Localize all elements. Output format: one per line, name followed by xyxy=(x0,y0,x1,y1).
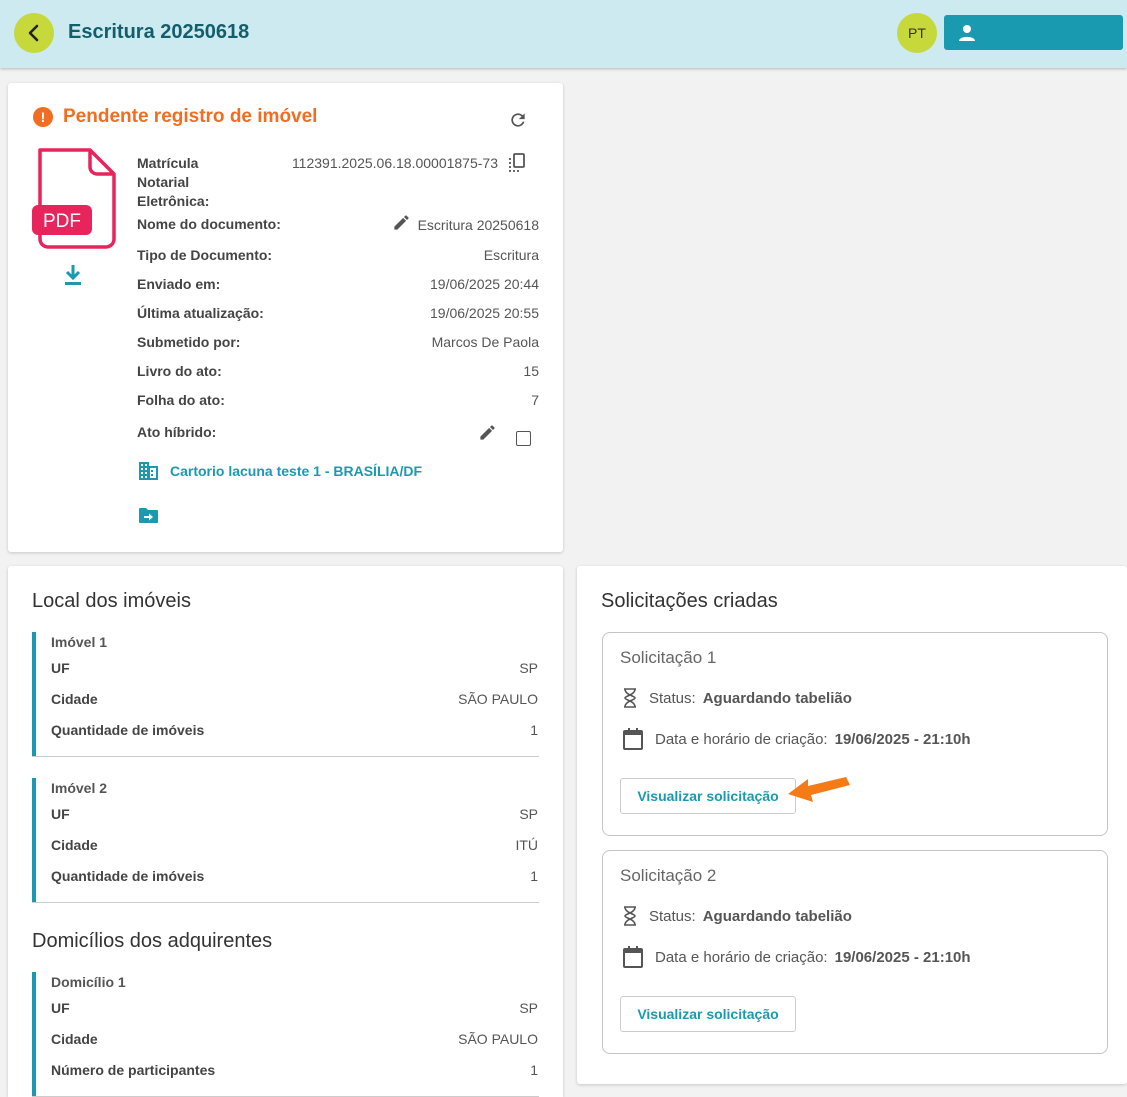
view-request-button[interactable]: Visualizar solicitação xyxy=(620,996,796,1032)
domicile-item: Domicílio 1 UF SP Cidade SÃO PAULO Númer… xyxy=(32,972,543,1097)
date-value: 19/06/2025 - 21:10h xyxy=(834,948,971,966)
building-icon xyxy=(139,462,158,480)
status-row: ! Pendente registro de imóvel xyxy=(33,106,317,128)
avatar[interactable]: PT xyxy=(897,13,937,53)
field-label-document-type: Tipo de Documento: xyxy=(137,247,273,263)
uf-value: SP xyxy=(519,806,538,822)
request-date-row: Data e horário de criação: 19/06/2025 - … xyxy=(623,728,971,750)
field-value-book: 15 xyxy=(523,363,539,379)
pdf-file-icon[interactable]: PDF xyxy=(32,147,116,251)
calendar-icon xyxy=(623,728,643,750)
participants-label: Número de participantes xyxy=(51,1062,216,1078)
hourglass-icon xyxy=(624,688,636,708)
count-value: 1 xyxy=(530,722,538,738)
count-label: Quantidade de imóveis xyxy=(51,868,205,884)
calendar-icon xyxy=(623,946,643,968)
status-label: Status: xyxy=(649,689,696,707)
city-value: SÃO PAULO xyxy=(458,691,538,707)
document-status: Pendente registro de imóvel xyxy=(63,106,318,127)
location-item: Imóvel 1 UF SP Cidade SÃO PAULO Quantida… xyxy=(32,632,543,756)
status-label: Status: xyxy=(649,907,696,925)
field-value-sheet: 7 xyxy=(531,392,539,408)
refresh-icon[interactable] xyxy=(508,110,528,130)
field-label-book: Livro do ato: xyxy=(137,363,222,379)
hybrid-checkbox[interactable] xyxy=(516,431,531,446)
request-status-row: Status: Aguardando tabelião xyxy=(623,688,852,708)
status-value: Aguardando tabelião xyxy=(702,907,852,925)
document-card: ! Pendente registro de imóvel PDF Matríc… xyxy=(8,83,563,552)
domicile-item-title: Domicílio 1 xyxy=(51,974,126,990)
request-card: Solicitação 2 Status: Aguardando tabeliã… xyxy=(602,850,1108,1054)
city-label: Cidade xyxy=(51,691,98,707)
count-label: Quantidade de imóveis xyxy=(51,722,205,738)
field-label-document-name: Nome do documento: xyxy=(137,216,281,232)
participants-value: 1 xyxy=(530,1062,538,1078)
field-label-last-update: Última atualização: xyxy=(137,305,264,321)
pdf-label: PDF xyxy=(43,211,81,232)
field-value-sent-at: 19/06/2025 20:44 xyxy=(430,276,539,292)
user-button[interactable] xyxy=(944,15,1123,50)
page-title: Escritura 20250618 xyxy=(68,21,250,43)
request-title: Solicitação 2 xyxy=(620,866,717,885)
location-item-title: Imóvel 2 xyxy=(51,780,108,796)
date-label: Data e horário de criação: xyxy=(655,730,828,748)
field-value-submitted-by: Marcos De Paola xyxy=(431,334,539,350)
uf-label: UF xyxy=(51,660,70,676)
uf-label: UF xyxy=(51,806,70,822)
divider xyxy=(32,902,539,903)
folder-move-icon[interactable] xyxy=(138,507,159,524)
back-button[interactable] xyxy=(14,13,54,53)
field-value-matricula: 112391.2025.06.18.00001875-73 xyxy=(291,155,498,171)
location-item: Imóvel 2 UF SP Cidade ITÚ Quantidade de … xyxy=(32,778,543,902)
field-label-submitted-by: Submetido por: xyxy=(137,334,241,350)
request-date-row: Data e horário de criação: 19/06/2025 - … xyxy=(623,946,971,968)
edit-icon[interactable] xyxy=(478,423,497,442)
divider xyxy=(32,756,539,757)
field-value-document-name: Escritura 20250618 xyxy=(417,217,539,233)
request-status-row: Status: Aguardando tabelião xyxy=(623,906,852,926)
view-request-button[interactable]: Visualizar solicitação xyxy=(620,778,796,814)
requests-title: Solicitações criadas xyxy=(601,590,778,612)
download-icon[interactable] xyxy=(63,264,83,286)
field-value-document-type: Escritura xyxy=(483,247,539,263)
user-icon xyxy=(959,24,975,41)
request-title: Solicitação 1 xyxy=(620,648,717,667)
locations-title: Local dos imóveis xyxy=(32,590,191,612)
field-value-last-update: 19/06/2025 20:55 xyxy=(430,305,539,321)
alert-icon: ! xyxy=(33,107,53,127)
locations-card: Local dos imóveis Imóvel 1 UF SP Cidade … xyxy=(8,566,563,1097)
location-item-title: Imóvel 1 xyxy=(51,634,108,650)
hourglass-icon xyxy=(624,906,636,926)
status-value: Aguardando tabelião xyxy=(702,689,852,707)
domiciles-title: Domicílios dos adquirentes xyxy=(32,930,273,952)
date-value: 19/06/2025 - 21:10h xyxy=(834,730,971,748)
field-label-hybrid: Ato híbrido: xyxy=(137,424,217,440)
requests-card: Solicitações criadas Solicitação 1 Statu… xyxy=(577,566,1127,1084)
uf-value: SP xyxy=(519,1000,538,1016)
copy-icon[interactable] xyxy=(508,153,526,173)
city-value: ITÚ xyxy=(515,837,538,853)
city-value: SÃO PAULO xyxy=(458,1031,538,1047)
back-icon xyxy=(28,24,39,42)
top-bar: Escritura 20250618 PT xyxy=(0,0,1127,68)
edit-icon[interactable] xyxy=(392,213,411,232)
count-value: 1 xyxy=(530,868,538,884)
request-card: Solicitação 1 Status: Aguardando tabeliã… xyxy=(602,632,1108,836)
date-label: Data e horário de criação: xyxy=(655,948,828,966)
city-label: Cidade xyxy=(51,1031,98,1047)
field-label-sheet: Folha do ato: xyxy=(137,392,225,408)
office-name: Cartorio lacuna teste 1 - BRASÍLIA/DF xyxy=(170,463,423,479)
field-label-sent-at: Enviado em: xyxy=(137,276,221,292)
office-link[interactable]: Cartorio lacuna teste 1 - BRASÍLIA/DF xyxy=(138,461,422,481)
uf-label: UF xyxy=(51,1000,70,1016)
field-label-matricula: Matrícula Notarial Eletrônica: xyxy=(137,155,210,209)
uf-value: SP xyxy=(519,660,538,676)
city-label: Cidade xyxy=(51,837,98,853)
arrow-pointer-icon xyxy=(788,777,850,802)
